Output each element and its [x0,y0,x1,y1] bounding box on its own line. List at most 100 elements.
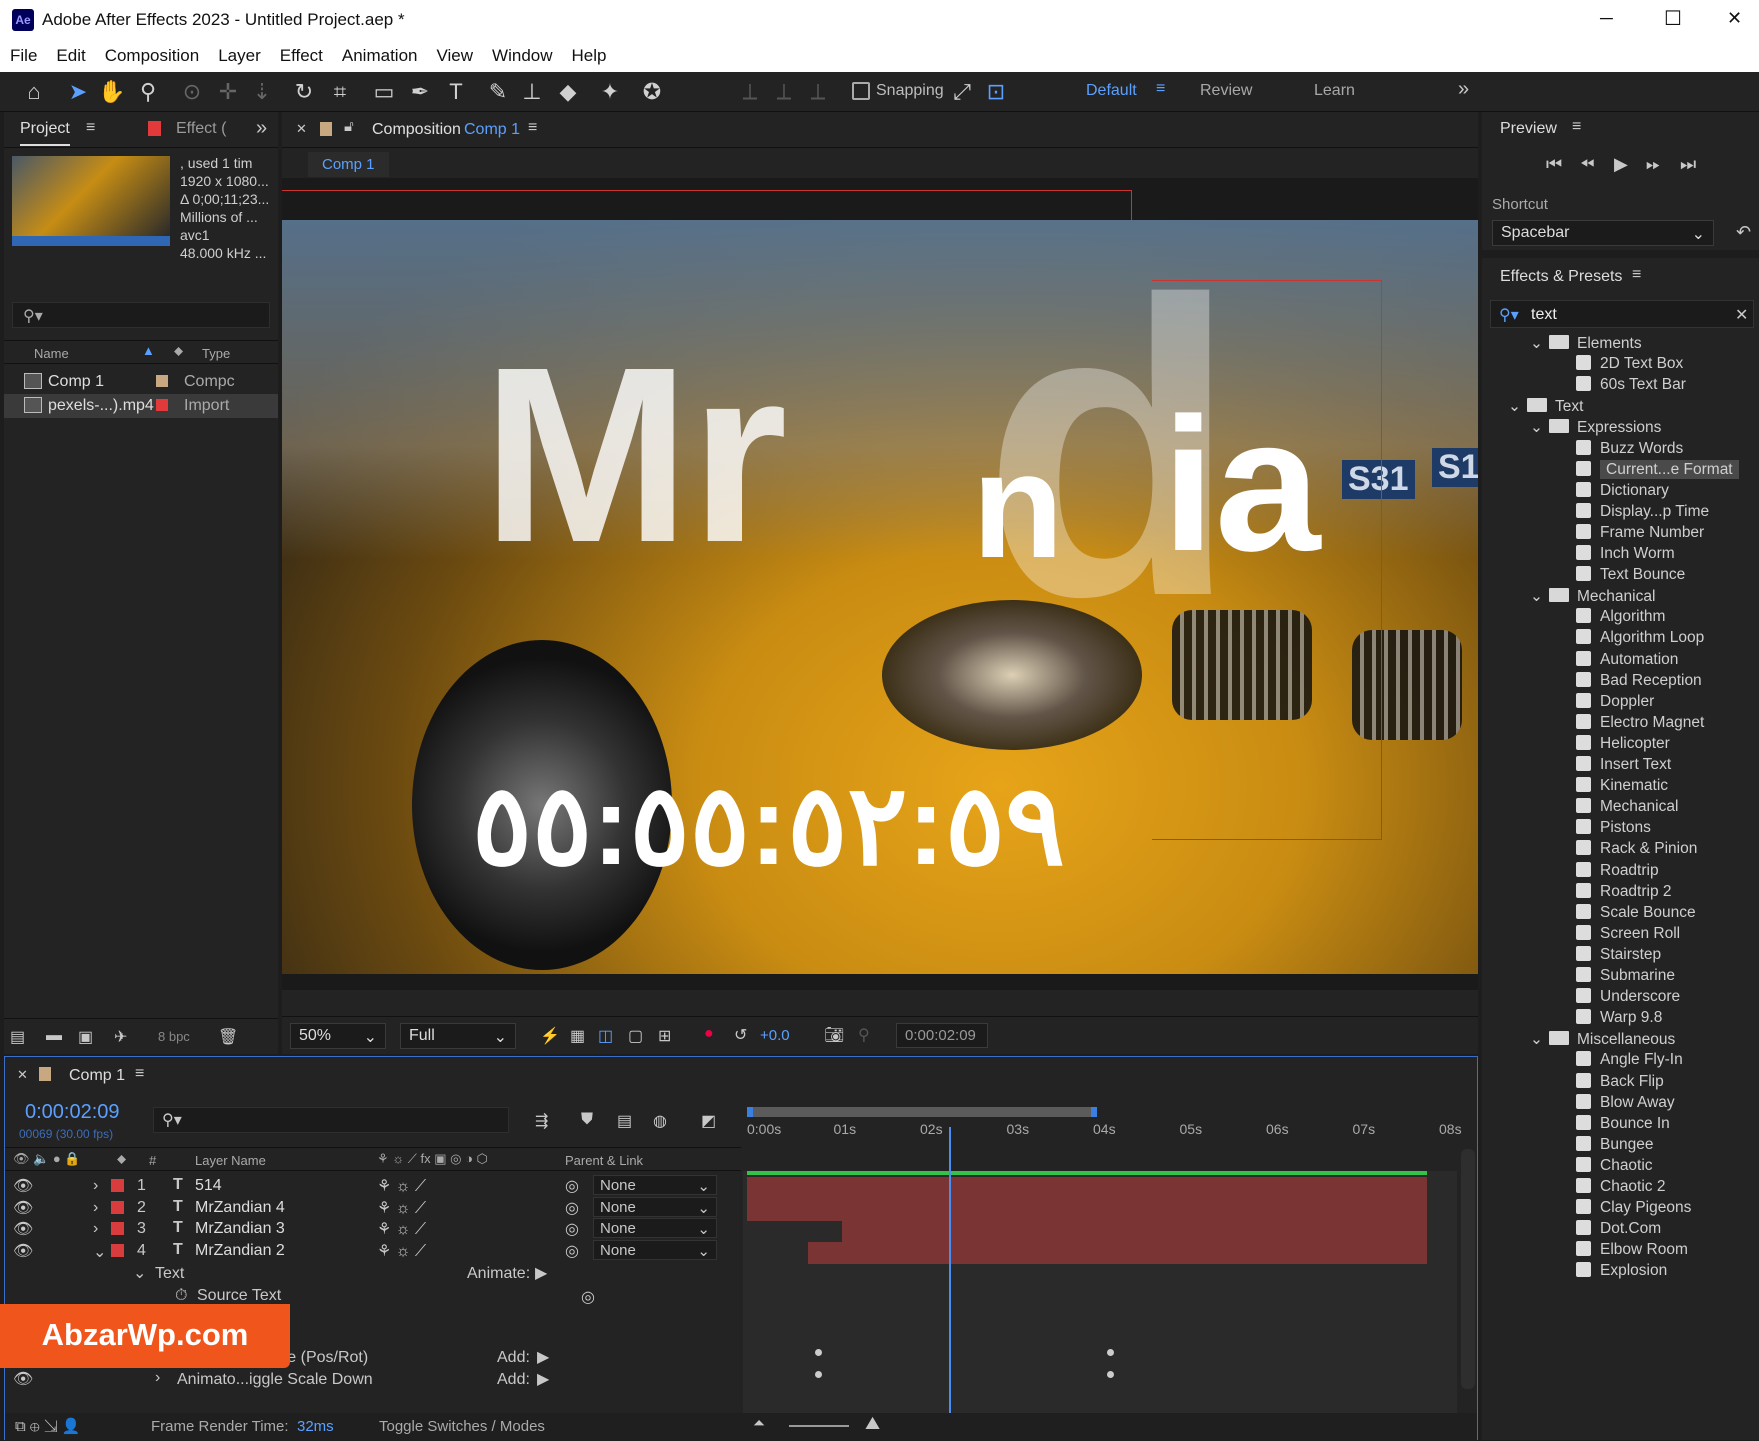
layer-label-swatch[interactable] [111,1179,124,1192]
menu-layer[interactable]: Layer [208,40,270,66]
pickwhip-icon[interactable]: ◎ [581,1287,595,1307]
menu-edit[interactable]: Edit [46,40,94,66]
expand-chevron-icon[interactable]: › [93,1199,98,1217]
show-snapshot-icon[interactable]: ⚲ [858,1025,870,1045]
bpc-button[interactable]: 8 bpc [158,1029,190,1044]
label-column-icon[interactable]: ⬥ [174,343,183,359]
layer-duration-bar[interactable] [747,1198,1427,1221]
workspace-learn[interactable]: Learn [1314,82,1355,100]
snapshot-icon[interactable]: 📷︎ [824,1025,844,1045]
layer-switches[interactable]: ⚘ ☼ ⟋ [377,1176,426,1196]
zoom-out-icon[interactable]: ⏶ [753,1415,765,1432]
close-tab-icon[interactable]: ✕ [296,121,307,137]
parent-dropdown[interactable]: None ⌄ [593,1175,717,1195]
chevron-down-icon[interactable]: ⌄ [1530,419,1543,436]
zoom-tool-icon[interactable]: ⚲ [134,78,162,106]
sort-ascending-icon[interactable]: ▲ [142,343,155,358]
interpret-footage-icon[interactable]: ▤ [10,1027,25,1047]
region-of-interest-icon[interactable]: ▢ [628,1026,643,1046]
comp-breadcrumb[interactable]: Comp 1 [308,152,389,177]
resolution-dropdown[interactable]: Full ⌄ [400,1023,516,1049]
snapping-checkbox[interactable] [852,82,870,100]
timeline-property-row[interactable]: ⌄ Text Animate: ▶ [5,1263,745,1287]
draft-3d-icon[interactable]: ⛊ [581,1111,593,1129]
timeline-menu-icon[interactable]: ≡ [135,1065,144,1083]
pickwhip-icon[interactable]: ◎ [565,1219,579,1239]
layer-label-swatch[interactable] [111,1222,124,1235]
pan-tool-icon[interactable]: ✛ [214,78,242,106]
timeline-layer-row[interactable]: 👁 › 1 T 514 ⚘ ☼ ⟋ ◎ None ⌄ [5,1175,745,1199]
timeline-layer-row[interactable]: 👁 › 3 T MrZandian 3 ⚘ ☼ ⟋ ◎ None ⌄ [5,1218,745,1242]
reset-exposure-icon[interactable]: ↺ [734,1025,747,1045]
puppet-pin-icon[interactable]: ✪ [638,78,666,106]
stopwatch-icon[interactable]: ⏱ [175,1287,187,1305]
lock-icon[interactable]: 🔓︎ [344,118,354,135]
tab-effect-controls[interactable]: Effect ( [176,120,226,138]
clear-search-icon[interactable]: ✕ [1735,305,1748,325]
menu-window[interactable]: Window [482,40,561,66]
playhead-line[interactable] [948,1127,951,1419]
menu-file[interactable]: File [0,40,46,66]
workspace-default[interactable]: Default [1086,82,1137,100]
first-frame-icon[interactable]: ⏮ [1546,154,1562,175]
eye-icon[interactable]: 👁 [13,1241,33,1261]
composition-tab-label[interactable]: Composition [372,121,461,139]
pen-tool-icon[interactable]: ✒ [406,78,434,106]
layer-switches[interactable]: ⚘ ☼ ⟋ [377,1198,426,1218]
project-item[interactable]: Comp 1 Compc [4,370,278,394]
graph-editor-icon[interactable]: ◩ [701,1111,716,1131]
hand-tool-icon[interactable]: ✋ [98,78,126,106]
roto-brush-icon[interactable]: ✦ [596,78,624,106]
grid-guides-icon[interactable]: ⊞ [658,1026,671,1046]
label-swatch[interactable] [156,375,168,387]
expand-chevron-icon[interactable]: › [93,1177,98,1195]
track-area[interactable] [743,1171,1457,1415]
workspace-menu-icon[interactable]: ≡ [1156,80,1165,98]
motion-blur-icon[interactable]: ◍ [653,1111,667,1131]
layer-duration-bar[interactable] [842,1220,1427,1242]
type-tool-icon[interactable]: T [442,78,470,106]
comp-timecode[interactable]: 0:00:02:09 [896,1023,988,1048]
layer-search-input[interactable]: ⚲▾ [153,1107,509,1133]
flowchart-icon[interactable]: ✈ [114,1027,127,1047]
zoom-dropdown[interactable]: 50% ⌄ [290,1023,386,1049]
pickwhip-icon[interactable]: ◎ [565,1176,579,1196]
keyframe[interactable] [1107,1371,1115,1378]
play-icon[interactable]: ▶ [1614,154,1628,175]
expand-chevron-icon[interactable]: › [93,1220,98,1238]
chevron-down-icon[interactable]: ⌄ [133,1263,146,1283]
layer-switches[interactable]: ⚘ ☼ ⟋ [377,1219,426,1239]
expand-chevron-icon[interactable]: › [155,1369,160,1387]
workspace-overflow-icon[interactable]: » [1458,78,1469,101]
toggle-switches-modes[interactable]: Toggle Switches / Modes [379,1418,545,1435]
new-comp-icon[interactable]: ▣ [78,1027,93,1047]
timeline-layer-row[interactable]: 👁 › 2 T MrZandian 4 ⚘ ☼ ⟋ ◎ None ⌄ [5,1196,745,1221]
eye-icon[interactable]: 👁 [13,1176,33,1196]
eraser-tool-icon[interactable]: ◆ [554,78,582,106]
layer-name[interactable]: MrZandian 3 [195,1220,285,1238]
layer-duration-bar[interactable] [747,1177,1427,1199]
dolly-tool-icon[interactable]: ⇣ [248,78,276,106]
menu-animation[interactable]: Animation [332,40,427,66]
tab-project[interactable]: Project [20,120,70,146]
chevron-down-icon[interactable]: ⌄ [1530,588,1543,605]
keyframe[interactable] [1107,1349,1115,1356]
axis-view-icon[interactable]: ⟂ [804,78,832,106]
project-search-input[interactable]: ⚲▾ [12,302,270,328]
timeline-property-row[interactable]: 👁 › Animato...iggle Scale Down Add: ▶ [5,1369,745,1393]
last-frame-icon[interactable]: ⏭ [1680,154,1696,175]
keyframe[interactable] [815,1371,822,1378]
expand-chevron-icon[interactable]: ⌄ [93,1242,106,1262]
minimize-button[interactable]: ─ [1600,8,1613,29]
layer-duration-bar[interactable] [808,1241,1427,1264]
pickwhip-icon[interactable]: ◎ [565,1241,579,1261]
layer-switches[interactable]: ⚘ ☼ ⟋ [377,1241,426,1261]
exposure-value[interactable]: +0.0 [760,1027,790,1044]
next-frame-icon[interactable]: ⏩︎ [1646,154,1660,175]
col-name[interactable]: Name [34,346,69,361]
axis-world-icon[interactable]: ⟂ [770,78,798,106]
viewer[interactable]: Mr n ia d S31 S1 ٥٥:٥٥:٥٢:٥٩ [282,178,1478,990]
eye-icon[interactable]: 👁 [13,1369,33,1389]
col-type[interactable]: Type [202,346,230,361]
parent-dropdown[interactable]: None ⌄ [593,1196,717,1217]
